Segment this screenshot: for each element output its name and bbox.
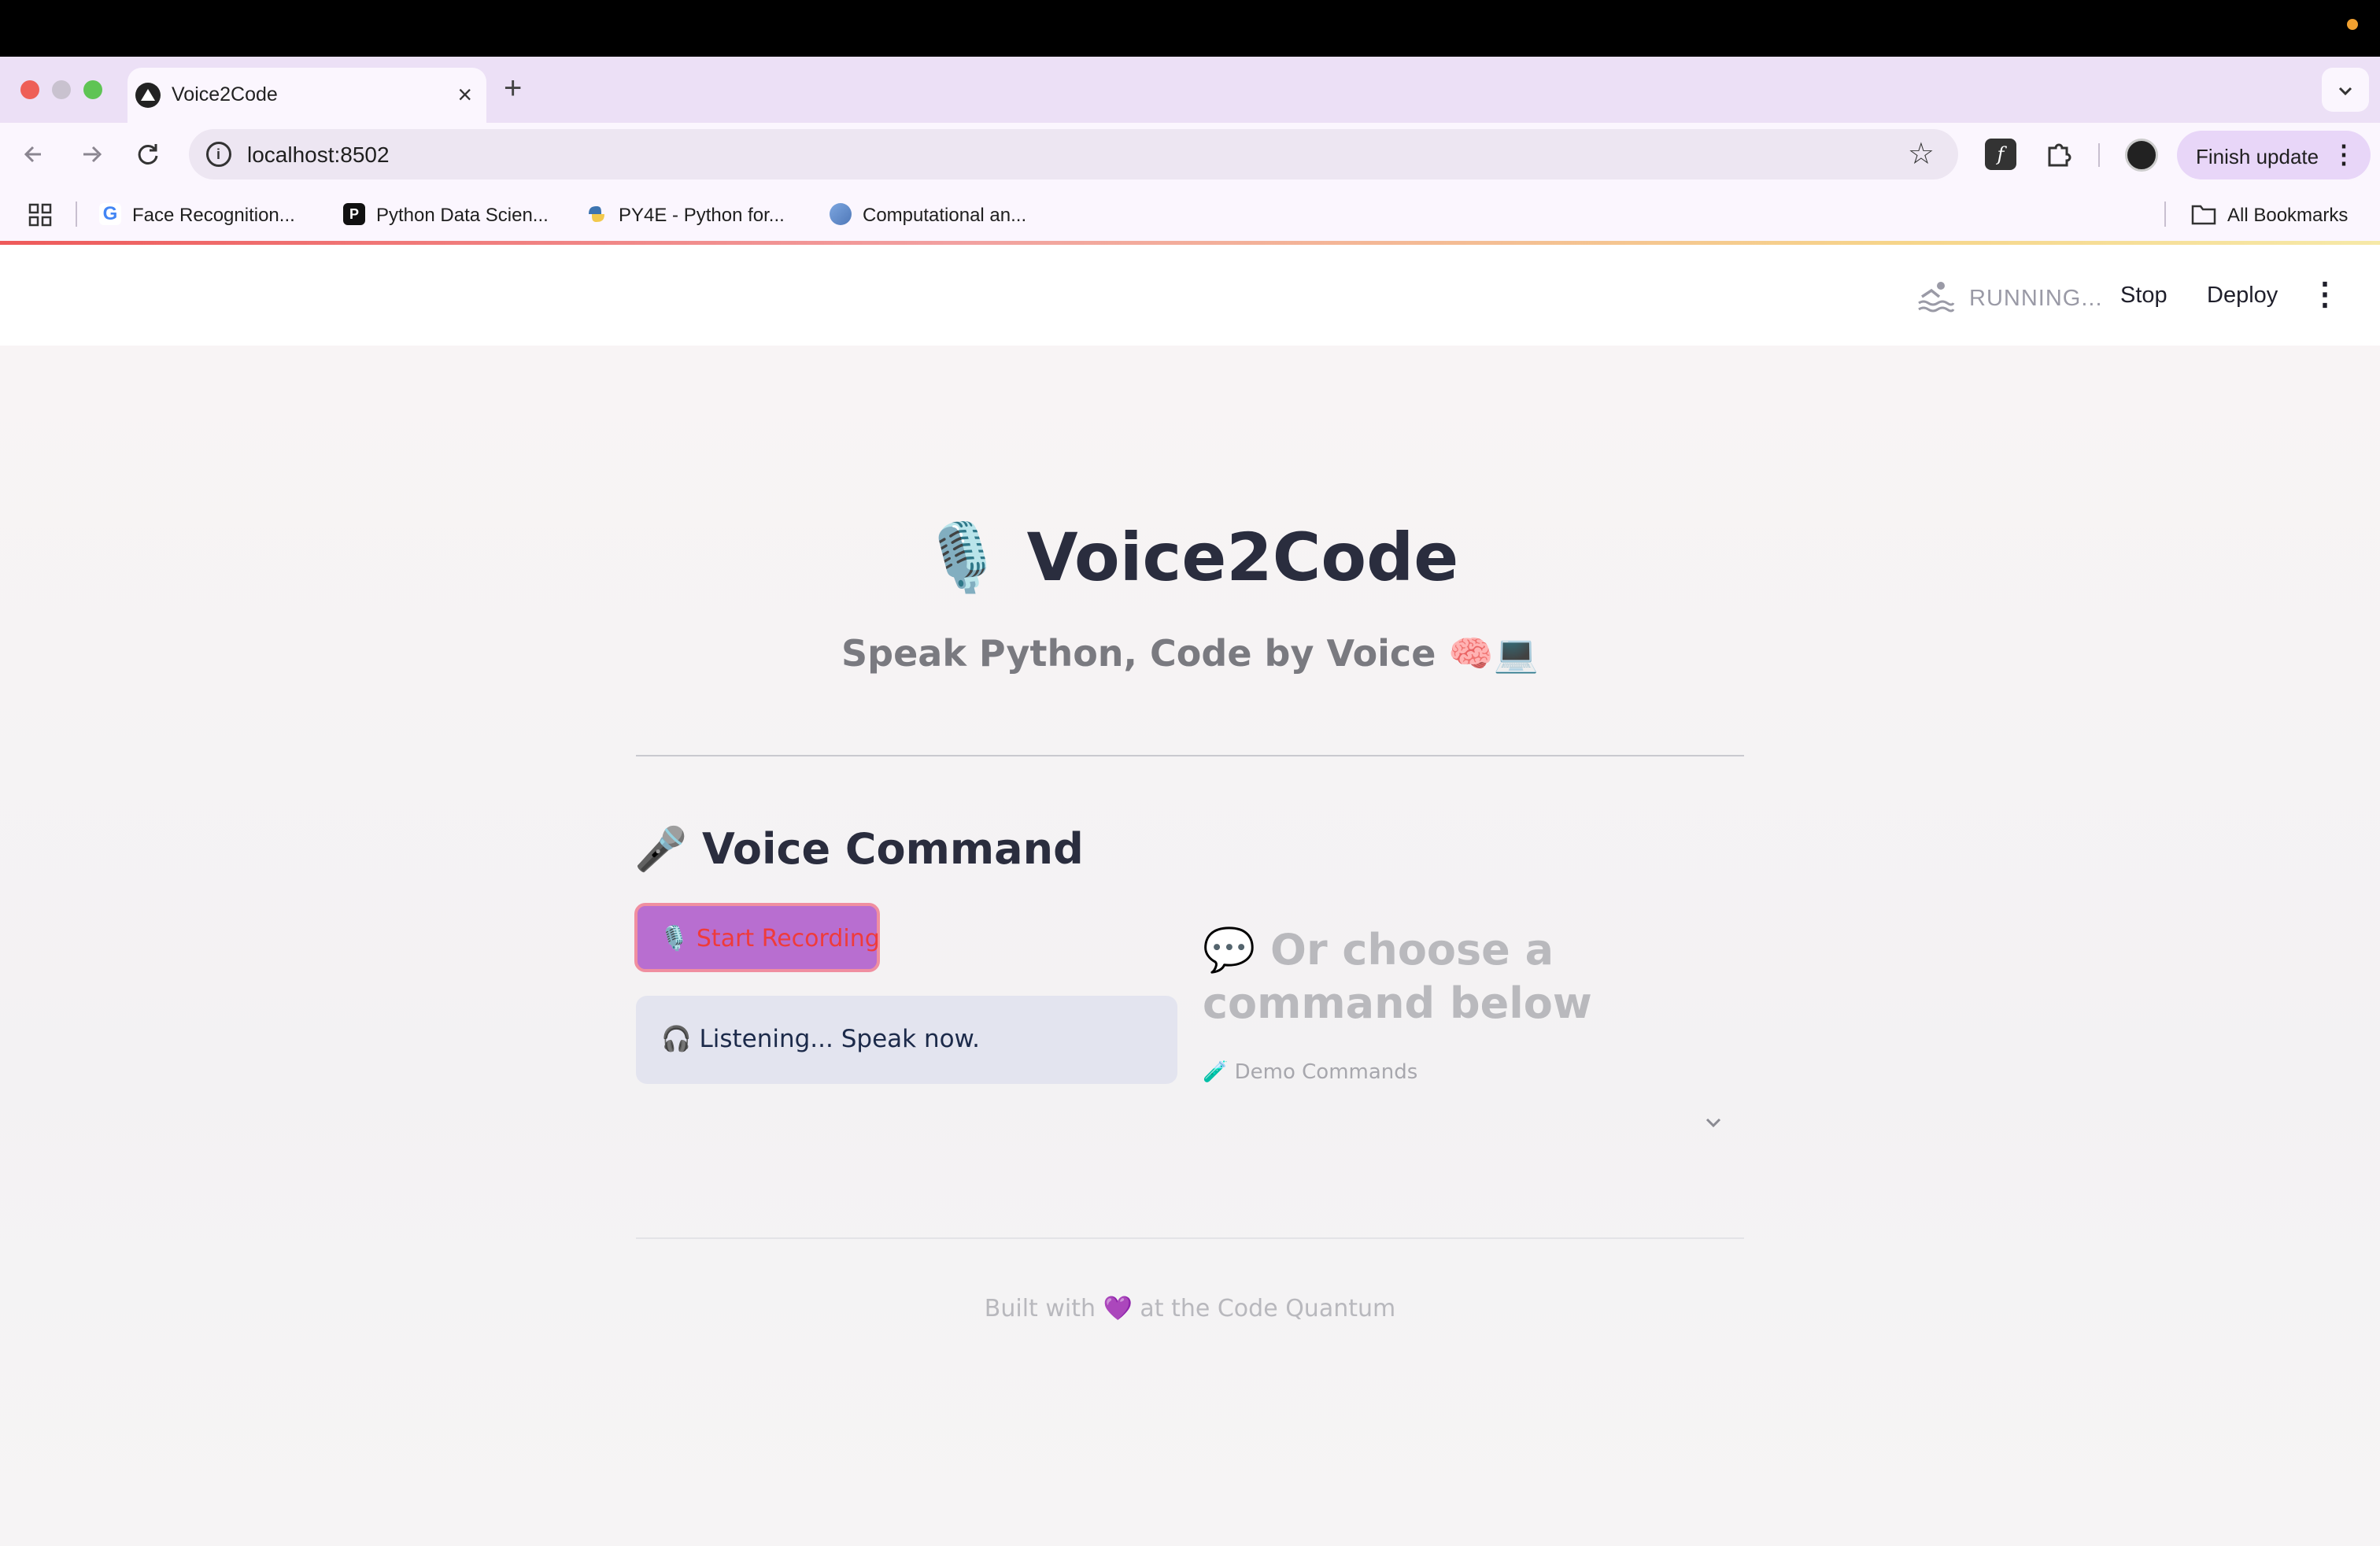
- formula-extension-icon[interactable]: f: [1985, 139, 2016, 170]
- browser-toolbar: i localhost:8502 ☆ f Finish update ⋮: [0, 123, 2380, 186]
- page-title: 🎙️ Voice2Code: [921, 519, 1459, 596]
- apps-grid-icon[interactable]: [28, 203, 52, 227]
- status-dot-icon: [2347, 19, 2358, 30]
- bookmarks-divider: [2164, 202, 2166, 227]
- system-menu-bar: [0, 0, 2380, 57]
- finish-update-button[interactable]: Finish update ⋮: [2177, 131, 2371, 179]
- site-info-icon[interactable]: i: [206, 142, 231, 167]
- all-bookmarks-label: All Bookmarks: [2227, 205, 2349, 226]
- bookmark-star-icon[interactable]: ☆: [1908, 139, 1935, 170]
- tab-voice2code[interactable]: Voice2Code ×: [128, 68, 486, 123]
- p-icon: P: [343, 203, 365, 225]
- forward-arrow-icon[interactable]: [74, 137, 109, 172]
- reload-icon[interactable]: [131, 137, 165, 172]
- bookmark-label: Computational an...: [863, 205, 1027, 226]
- tab-bar: Voice2Code × +: [0, 57, 2380, 123]
- back-arrow-icon[interactable]: [17, 137, 52, 172]
- bookmarks-bar: G Face Recognition... P Python Data Scie…: [0, 186, 2380, 241]
- swimmer-icon: [1918, 282, 1955, 313]
- google-icon: G: [99, 203, 121, 225]
- bookmark-label: PY4E - Python for...: [619, 205, 785, 226]
- tab-title: Voice2Code: [172, 83, 278, 105]
- close-window-button[interactable]: [20, 80, 39, 99]
- choose-command-heading: 💬 Or choose a command below: [1203, 925, 1592, 1028]
- deploy-button[interactable]: Deploy: [2207, 283, 2278, 309]
- running-status-text: RUNNING...: [1969, 286, 2103, 311]
- footer-text: Built with 💜 at the Code Quantum: [984, 1295, 1396, 1322]
- start-recording-label: 🎙️ Start Recording: [660, 925, 880, 952]
- footer-divider: [636, 1237, 1744, 1239]
- listening-status-alert: 🎧 Listening... Speak now.: [636, 996, 1177, 1084]
- browser-window: Voice2Code × + i localhost:8502 ☆ f Fini…: [0, 57, 2380, 1546]
- streamlit-favicon-icon: [135, 83, 161, 108]
- chevron-down-icon: [2338, 87, 2352, 96]
- tab-close-icon[interactable]: ×: [457, 79, 472, 110]
- kebab-menu-icon: ⋮: [2331, 140, 2356, 168]
- toolbar-divider: [2098, 143, 2100, 167]
- address-bar[interactable]: i localhost:8502 ☆: [189, 129, 1958, 179]
- demo-commands-chevron-down-icon[interactable]: [1702, 1114, 1725, 1131]
- maximize-window-button[interactable]: [83, 80, 102, 99]
- globe-icon: [830, 203, 852, 225]
- streamlit-header: RUNNING... Stop Deploy ⋮: [0, 245, 2380, 346]
- bookmark-label: Python Data Scien...: [376, 205, 549, 226]
- tab-search-button[interactable]: [2322, 68, 2369, 112]
- minimize-window-button[interactable]: [52, 80, 71, 99]
- url-text[interactable]: localhost:8502: [247, 142, 390, 168]
- page-subtitle: Speak Python, Code by Voice 🧠💻: [841, 632, 1539, 675]
- app-main: 🎙️ Voice2Code Speak Python, Code by Voic…: [0, 346, 2380, 1546]
- bookmarks-divider: [76, 202, 77, 227]
- python-icon: [589, 206, 604, 222]
- voice-command-heading: 🎤 Voice Command: [634, 824, 1084, 874]
- bookmark-label: Face Recognition...: [132, 205, 295, 226]
- finish-update-label: Finish update: [2196, 145, 2319, 168]
- main-menu-kebab-icon[interactable]: ⋮: [2309, 275, 2341, 314]
- new-tab-button[interactable]: +: [504, 72, 522, 104]
- start-recording-button[interactable]: 🎙️ Start Recording: [634, 903, 880, 972]
- demo-commands-label: 🧪 Demo Commands: [1203, 1060, 1418, 1084]
- profile-avatar[interactable]: [2125, 139, 2158, 172]
- folder-icon: [2191, 205, 2216, 225]
- extensions-puzzle-icon[interactable]: [2043, 139, 2075, 170]
- section-divider: [636, 755, 1744, 756]
- listening-status-text: 🎧 Listening... Speak now.: [661, 1025, 980, 1053]
- stop-button[interactable]: Stop: [2120, 283, 2168, 309]
